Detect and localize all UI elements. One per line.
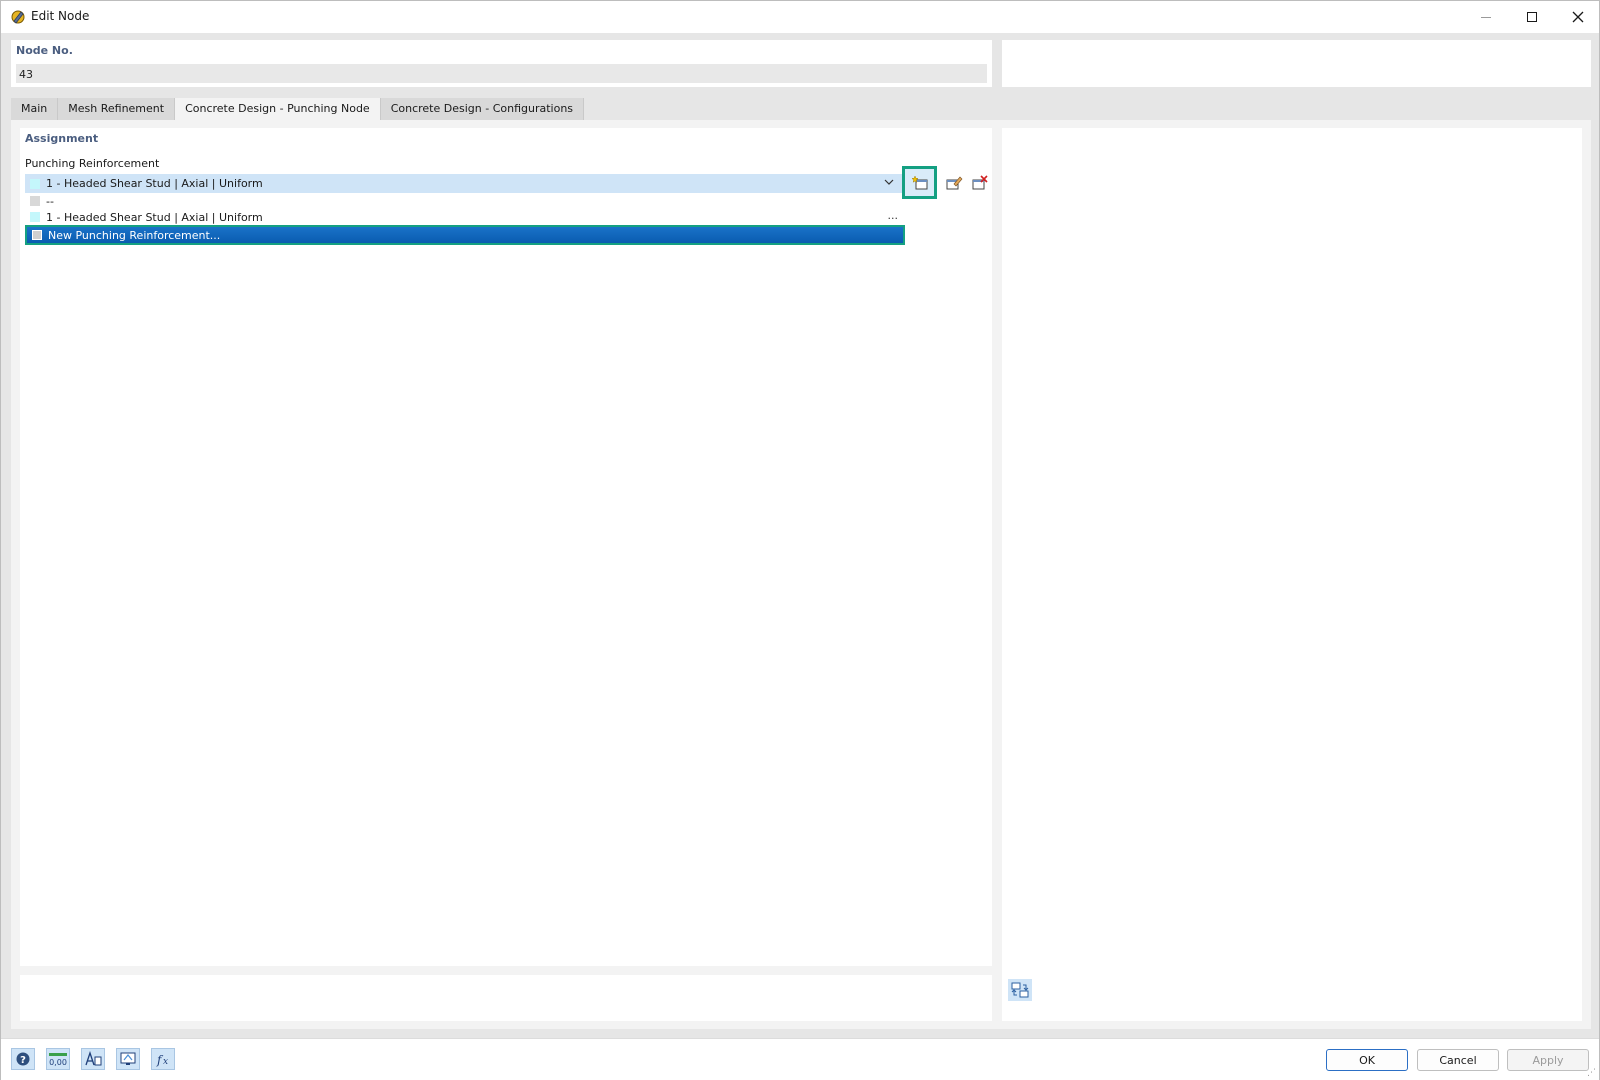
dropdown-option-none[interactable]: --: [25, 193, 902, 209]
maximize-button[interactable]: [1509, 1, 1555, 33]
dialog-footer: ? 0,00 f x OK Cancel Apply ⋰: [1, 1038, 1599, 1080]
preview-pane: [1002, 128, 1582, 1021]
node-number-pane: Node No. 43: [11, 40, 992, 87]
view-icon: [120, 1052, 136, 1065]
color-swatch: [30, 178, 40, 189]
ok-button[interactable]: OK: [1326, 1049, 1408, 1071]
color-swatch: [30, 196, 40, 206]
new-item-icon: [910, 174, 927, 189]
title-bar: Edit Node: [1, 1, 1599, 33]
tab-main[interactable]: Main: [11, 98, 59, 120]
tab-concrete-design-punching-node[interactable]: Concrete Design - Punching Node: [175, 98, 381, 120]
punching-reinforcement-label: Punching Reinforcement: [25, 157, 160, 170]
units-icon: 0,00: [49, 1053, 67, 1067]
delete-item-icon: [972, 175, 988, 190]
svg-text:0,00: 0,00: [49, 1058, 67, 1067]
tab-mesh-refinement[interactable]: Mesh Refinement: [58, 98, 176, 120]
option-label: New Punching Reinforcement...: [48, 228, 221, 242]
chevron-down-icon[interactable]: [884, 177, 894, 190]
color-swatch: [32, 230, 42, 240]
close-button[interactable]: [1555, 1, 1600, 33]
minimize-button[interactable]: [1463, 1, 1509, 33]
node-number-field[interactable]: 43: [16, 64, 987, 83]
display-properties-icon: [85, 1051, 102, 1066]
dropdown-option-new-punching-reinforcement[interactable]: New Punching Reinforcement...: [25, 225, 905, 245]
assignment-pane: Assignment Punching Reinforcement 1 - He…: [20, 128, 992, 966]
help-button[interactable]: ?: [11, 1048, 35, 1070]
apply-button[interactable]: Apply: [1507, 1049, 1589, 1071]
new-punching-reinforcement-button[interactable]: [902, 166, 937, 199]
header-right-pane: [1002, 40, 1591, 87]
maximize-icon: [1527, 12, 1537, 22]
resize-grip-icon[interactable]: ⋰: [1587, 1068, 1597, 1078]
edit-item-icon: [946, 176, 963, 190]
color-swatch: [30, 212, 40, 222]
swap-view-icon: [1011, 982, 1029, 998]
node-edit-icon: [9, 8, 27, 26]
edit-node-dialog: Edit Node Node No. 43 Main Mesh Refineme…: [0, 0, 1600, 1080]
option-label: 1 - Headed Shear Stud | Axial | Uniform: [46, 210, 263, 224]
units-button[interactable]: 0,00: [46, 1048, 70, 1070]
selected-value: 1 - Headed Shear Stud | Axial | Uniform: [46, 177, 263, 190]
punching-reinforcement-dropdown: -- 1 - Headed Shear Stud | Axial | Unifo…: [25, 193, 905, 245]
help-icon: ?: [16, 1052, 30, 1066]
dropdown-option-headed-shear-stud[interactable]: 1 - Headed Shear Stud | Axial | Uniform …: [25, 209, 902, 225]
minimize-icon: [1481, 16, 1491, 18]
display-properties-button[interactable]: [81, 1048, 105, 1070]
edit-punching-reinforcement-button[interactable]: [942, 171, 966, 195]
assignment-section-title: Assignment: [25, 132, 99, 145]
tab-bar: Main Mesh Refinement Concrete Design - P…: [11, 98, 585, 120]
formula-icon: f x: [156, 1053, 168, 1067]
punching-reinforcement-select[interactable]: 1 - Headed Shear Stud | Axial | Uniform: [25, 174, 902, 193]
swap-view-button[interactable]: [1008, 979, 1032, 1001]
option-label: --: [46, 194, 54, 208]
info-pane: [20, 975, 992, 1021]
svg-text:?: ?: [20, 1055, 26, 1066]
tab-concrete-design-configurations[interactable]: Concrete Design - Configurations: [380, 98, 585, 120]
delete-punching-reinforcement-button[interactable]: [968, 171, 992, 195]
more-ellipsis: ...: [887, 209, 899, 222]
svg-text:x: x: [163, 1057, 168, 1067]
formula-button[interactable]: f x: [151, 1048, 175, 1070]
window-title: Edit Node: [31, 9, 90, 23]
view-button[interactable]: [116, 1048, 140, 1070]
node-number-label: Node No.: [16, 44, 73, 57]
cancel-button[interactable]: Cancel: [1417, 1049, 1499, 1071]
close-icon: [1572, 11, 1584, 23]
